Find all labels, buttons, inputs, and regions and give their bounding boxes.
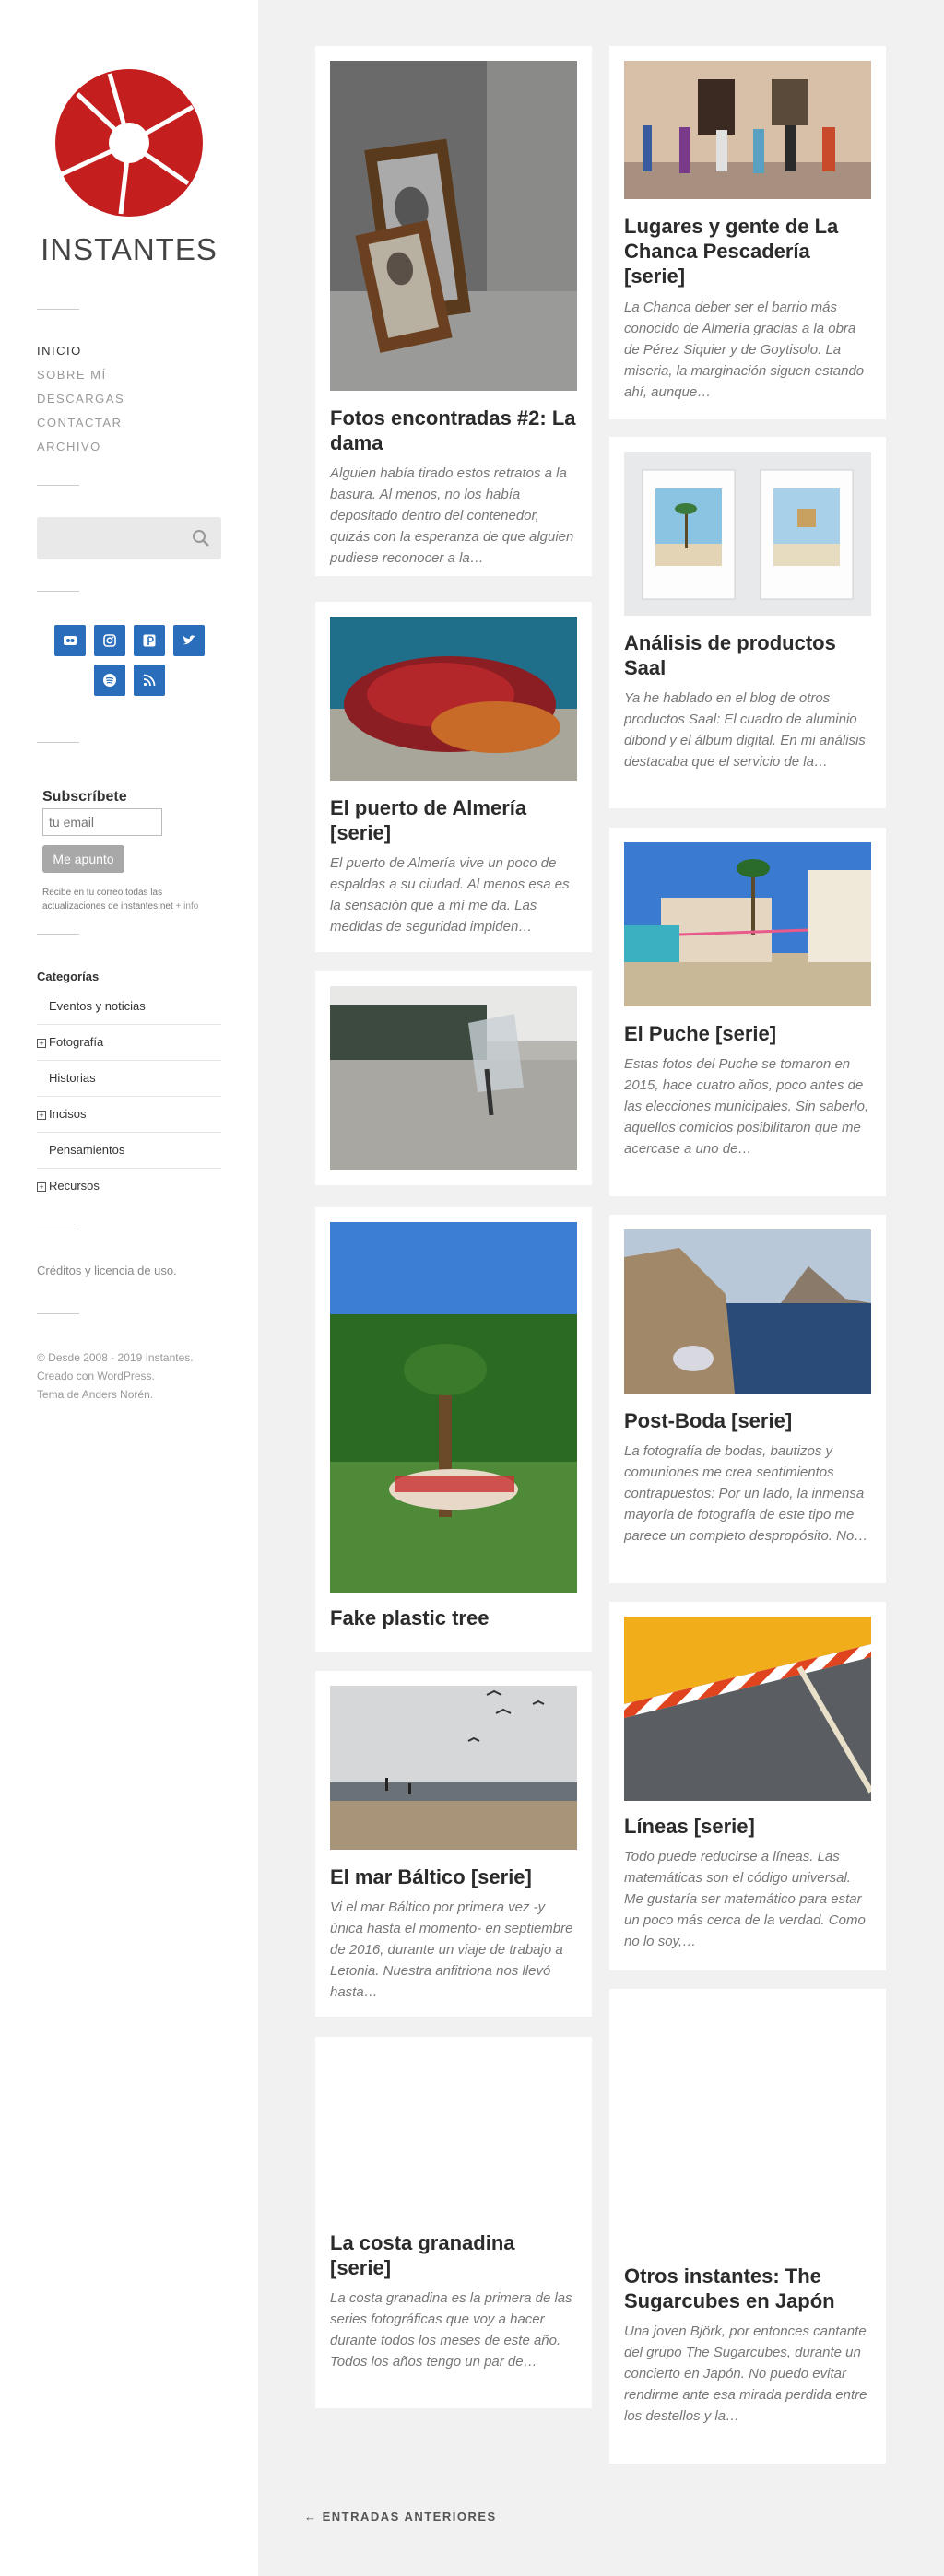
divider [37, 485, 79, 486]
twitter-icon[interactable] [172, 625, 205, 656]
post-thumbnail[interactable] [624, 1617, 871, 1801]
post-thumbnail[interactable] [330, 61, 577, 391]
search-input[interactable] [37, 517, 184, 559]
wordpress-credit[interactable]: Creado con WordPress. [37, 1367, 221, 1385]
post-title[interactable]: Líneas [serie] [624, 1814, 871, 1839]
post-thumbnail[interactable] [330, 986, 577, 1170]
site-logo[interactable] [54, 68, 204, 218]
subscribe-widget: Subscríbete Me apunto Recibe en tu corre… [42, 789, 227, 913]
categories-heading: Categorías [37, 970, 100, 983]
subscribe-note: Recibe en tu correo todas las actualizac… [42, 886, 227, 913]
category-label: Eventos y noticias [49, 999, 146, 1013]
post-card: Lugares y gente de La Chanca Pescadería … [609, 46, 886, 419]
post-card: Otros instantes: The Sugarcubes en Japón… [609, 1989, 886, 2464]
subscribe-title: Subscríbete [42, 789, 127, 805]
social-links [37, 625, 221, 704]
category-label: Fotografía [49, 1035, 104, 1049]
category-label: Incisos [49, 1107, 87, 1121]
spotify-icon[interactable] [93, 665, 125, 696]
category-incisos[interactable]: + Incisos [37, 1097, 221, 1133]
credits-link[interactable]: Créditos y licencia de uso. [37, 1264, 177, 1277]
site-title[interactable]: INSTANTES [37, 232, 221, 267]
post-card: Fotos encontradas #2: La dama Alguien ha… [315, 46, 592, 576]
post-excerpt: Ya he hablado en el blog de otros produc… [624, 690, 866, 770]
category-label: Pensamientos [49, 1143, 125, 1157]
post-excerpt: Todo puede reducirse a líneas. Las matem… [624, 1849, 866, 1949]
post-card: Post-Boda [serie] La fotografía de bodas… [609, 1215, 886, 1583]
email-field[interactable] [42, 808, 162, 836]
post-thumbnail[interactable] [330, 617, 577, 781]
post-card: Fake plastic tree [315, 1207, 592, 1652]
post-title[interactable]: Fotos encontradas #2: La dama [330, 406, 577, 455]
categories-widget: Categorías Eventos y noticias + Fotografí… [37, 970, 221, 1205]
post-title[interactable]: Lugares y gente de La Chanca Pescadería … [624, 214, 871, 288]
post-thumbnail[interactable] [330, 1222, 577, 1593]
search-box [37, 517, 221, 559]
post-excerpt: La Chanca deber ser el barrio más conoci… [624, 300, 865, 400]
expand-icon[interactable]: + [37, 1182, 46, 1192]
post-card: Líneas [serie] Todo puede reducirse a lí… [609, 1602, 886, 1970]
copyright-text: © Desde 2008 - 2019 Instantes. [37, 1351, 194, 1364]
sidebar: INSTANTES INICIO SOBRE MÍ DESCARGAS CONT… [0, 0, 258, 2576]
post-card: Análisis de productos Saal Ya he hablado… [609, 437, 886, 808]
divider [37, 309, 79, 310]
category-historias[interactable]: Historias [37, 1061, 221, 1097]
post-title[interactable]: El Puche [serie] [624, 1021, 871, 1046]
expand-icon[interactable]: + [37, 1038, 46, 1048]
post-title[interactable]: Post-Boda [serie] [624, 1408, 871, 1433]
category-label: Recursos [49, 1179, 100, 1193]
expand-icon[interactable]: + [37, 1110, 46, 1120]
post-excerpt: Vi el mar Báltico por primera vez -y úni… [330, 1900, 573, 2000]
footer-text: © Desde 2008 - 2019 Instantes. Creado co… [37, 1348, 221, 1404]
post-excerpt: La fotografía de bodas, bautizos y comun… [624, 1443, 868, 1544]
post-thumbnail[interactable] [624, 842, 871, 1006]
flickr-icon[interactable] [53, 625, 86, 656]
category-label: Historias [49, 1071, 96, 1085]
post-excerpt: El puerto de Almería vive un poco de esp… [330, 855, 570, 935]
pinterest-icon[interactable] [133, 625, 165, 656]
nav-item-descargas[interactable]: DESCARGAS [37, 387, 124, 411]
divider [37, 934, 79, 935]
divider [37, 591, 79, 592]
category-pensamientos[interactable]: Pensamientos [37, 1133, 221, 1169]
main-nav: INICIO SOBRE MÍ DESCARGAS CONTACTAR ARCH… [37, 339, 124, 459]
older-posts-link[interactable]: ← ENTRADAS ANTERIORES [304, 2510, 497, 2523]
post-thumbnail[interactable] [624, 1229, 871, 1394]
more-info-link[interactable]: + info [176, 901, 199, 912]
theme-credit[interactable]: Tema de Anders Norén. [37, 1385, 221, 1404]
divider [37, 742, 79, 743]
post-title[interactable]: La costa granadina [serie] [330, 2230, 577, 2280]
subscribe-button[interactable]: Me apunto [42, 845, 124, 873]
category-eventos[interactable]: Eventos y noticias [37, 989, 221, 1025]
nav-item-archivo[interactable]: ARCHIVO [37, 435, 124, 459]
post-card: El puerto de Almería [serie] El puerto d… [315, 602, 592, 952]
post-excerpt: Alguien había tirado estos retratos a la… [330, 465, 574, 566]
subscribe-note-text: Recibe en tu correo todas las actualizac… [42, 888, 173, 912]
post-thumbnail[interactable] [330, 1686, 577, 1850]
nav-item-contactar[interactable]: CONTACTAR [37, 411, 124, 435]
post-thumbnail[interactable] [624, 452, 871, 616]
rss-icon[interactable] [133, 665, 165, 696]
divider [37, 1313, 79, 1314]
post-card: El mar Báltico [serie] Vi el mar Báltico… [315, 1671, 592, 2017]
post-excerpt: Una joven Björk, por entonces cantante d… [624, 2323, 867, 2424]
search-icon[interactable] [192, 529, 210, 547]
post-title[interactable]: Análisis de productos Saal [624, 630, 871, 680]
post-excerpt: La costa granadina es la primera de las … [330, 2290, 572, 2370]
instagram-icon[interactable] [93, 625, 125, 656]
post-title[interactable]: El mar Báltico [serie] [330, 1864, 577, 1889]
post-title[interactable]: Otros instantes: The Sugarcubes en Japón [624, 2264, 871, 2313]
post-card: El Puche [serie] Estas fotos del Puche s… [609, 828, 886, 1196]
post-excerpt: Estas fotos del Puche se tomaron en 2015… [624, 1056, 869, 1157]
post-thumbnail[interactable] [624, 61, 871, 199]
post-card: La costa granadina [serie] La costa gran… [315, 2037, 592, 2408]
nav-item-inicio[interactable]: INICIO [37, 339, 124, 363]
post-title[interactable]: El puerto de Almería [serie] [330, 795, 577, 845]
category-recursos[interactable]: + Recursos [37, 1169, 221, 1205]
post-card [315, 971, 592, 1185]
post-title[interactable]: Fake plastic tree [330, 1606, 577, 1630]
nav-item-sobre-mi[interactable]: SOBRE MÍ [37, 363, 124, 387]
category-fotografia[interactable]: + Fotografía [37, 1025, 221, 1061]
